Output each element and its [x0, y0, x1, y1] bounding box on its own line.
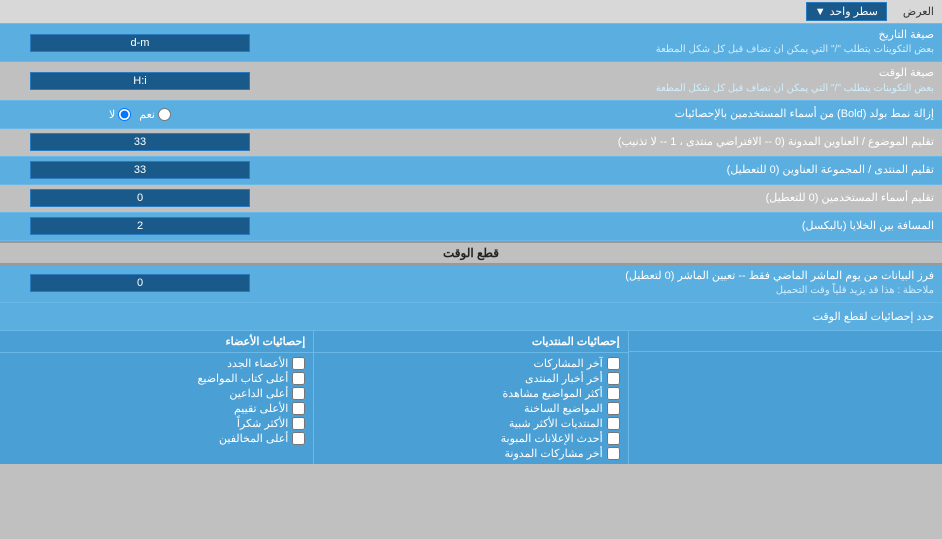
date-format-input-cell: [0, 31, 280, 55]
titles-forum-row: تقليم المنتدى / المجموعة العناوين (0 للت…: [0, 157, 942, 185]
stats-checkbox[interactable]: [292, 387, 305, 400]
usernames-input-cell: [0, 186, 280, 210]
stats-col2-header: إحصائيات المنتديات: [314, 331, 627, 353]
cell-spacing-label: المسافة بين الخلايا (بالبكسل): [280, 215, 942, 238]
time-format-label: صيغة الوقت بعض التكوينات يتطلب "/" التي …: [280, 62, 942, 99]
radio-yes[interactable]: [158, 108, 171, 121]
stats-checkbox[interactable]: [292, 432, 305, 445]
cell-spacing-input-cell: [0, 214, 280, 238]
stats-limit-label: حدد إحصائيات لقطع الوقت: [0, 306, 942, 327]
stats-checkbox[interactable]: [607, 417, 620, 430]
titles-forum-label: تقليم المنتدى / المجموعة العناوين (0 للت…: [280, 159, 942, 182]
list-item: المنتديات الأكثر شبية: [322, 417, 619, 430]
list-item: الأعضاء الجدد: [8, 357, 305, 370]
bold-remove-row: إزالة نمط بولد (Bold) من أسماء المستخدمي…: [0, 101, 942, 129]
list-item: آخر المشاركات: [322, 357, 619, 370]
stats-checkbox[interactable]: [292, 402, 305, 415]
list-item: أحدث الإعلانات المبوبة: [322, 432, 619, 445]
cutoff-label: فرز البيانات من يوم الماشر الماضي فقط --…: [280, 265, 942, 302]
stats-col1: إحصائيات الأعضاء الأعضاء الجدد أعلى كتاب …: [0, 331, 313, 464]
list-item: المواضيع الساخنة: [322, 402, 619, 415]
section-label: العرض: [895, 2, 942, 21]
stats-section-headers: إحصائيات المنتديات آخر المشاركات أخر أخبا…: [0, 331, 942, 464]
cutoff-section-title: قطع الوقت: [0, 243, 942, 263]
chevron-down-icon: ▼: [815, 6, 826, 18]
time-format-input[interactable]: [30, 72, 250, 90]
stats-checkbox[interactable]: [292, 357, 305, 370]
stats-limit-row: حدد إحصائيات لقطع الوقت: [0, 303, 942, 331]
stats-col1-header: إحصائيات الأعضاء: [0, 331, 313, 353]
titles-forum-input-cell: [0, 158, 280, 182]
list-item: أعلى كتاب المواضيع: [8, 372, 305, 385]
list-item: الأعلى تقييم: [8, 402, 305, 415]
titles-forum-input[interactable]: [30, 161, 250, 179]
date-format-label: صيغة التاريخ بعض التكوينات يتطلب "/" الت…: [280, 24, 942, 61]
cell-spacing-row: المسافة بين الخلايا (بالبكسل): [0, 213, 942, 241]
cutoff-input[interactable]: [30, 274, 250, 292]
dropdown-label: سطر واحد: [830, 5, 878, 18]
topics-forum-input[interactable]: [30, 133, 250, 151]
cutoff-row: فرز البيانات من يوم الماشر الماضي فقط --…: [0, 265, 942, 303]
stats-checkbox[interactable]: [607, 372, 620, 385]
stats-checkbox[interactable]: [607, 432, 620, 445]
stats-checkbox[interactable]: [292, 372, 305, 385]
date-format-row: صيغة التاريخ بعض التكوينات يتطلب "/" الت…: [0, 24, 942, 62]
stats-checkbox[interactable]: [607, 357, 620, 370]
stats-checkbox[interactable]: [292, 417, 305, 430]
top-header: العرض سطر واحد ▼: [0, 0, 942, 24]
radio-yes-label[interactable]: نعم: [139, 108, 171, 121]
stats-checkbox[interactable]: [607, 402, 620, 415]
topics-forum-label: تقليم الموضوع / العناوين المدونة (0 -- ا…: [280, 131, 942, 154]
list-item: أخر مشاركات المدونة: [322, 447, 619, 460]
radio-no[interactable]: [118, 108, 131, 121]
display-dropdown[interactable]: سطر واحد ▼: [806, 2, 887, 21]
list-item: أعلى الداعين: [8, 387, 305, 400]
cell-spacing-input[interactable]: [30, 217, 250, 235]
stats-col1-items: الأعضاء الجدد أعلى كتاب المواضيع أعلى الدا…: [0, 353, 313, 449]
cutoff-section-header: قطع الوقت: [0, 241, 942, 265]
list-item: أخر أخبار المنتدى: [322, 372, 619, 385]
stats-col3-header: [629, 331, 942, 352]
usernames-label: تقليم أسماء المستخدمين (0 للتعطيل): [280, 187, 942, 210]
stats-col2: إحصائيات المنتديات آخر المشاركات أخر أخبا…: [313, 331, 627, 464]
list-item: أعلى المخالفين: [8, 432, 305, 445]
radio-no-label[interactable]: لا: [109, 108, 131, 121]
cutoff-input-cell: [0, 271, 280, 295]
list-item: الأكثر شكراً: [8, 417, 305, 430]
usernames-input[interactable]: [30, 189, 250, 207]
bold-remove-radio-cell: نعم لا: [0, 102, 280, 127]
stats-col2-items: آخر المشاركات أخر أخبار المنتدى أكثر الموا…: [314, 353, 627, 464]
time-format-row: صيغة الوقت بعض التكوينات يتطلب "/" التي …: [0, 62, 942, 100]
stats-checkbox[interactable]: [607, 447, 620, 460]
topics-forum-input-cell: [0, 130, 280, 154]
bold-remove-label: إزالة نمط بولد (Bold) من أسماء المستخدمي…: [280, 103, 942, 126]
time-format-input-cell: [0, 69, 280, 93]
usernames-row: تقليم أسماء المستخدمين (0 للتعطيل): [0, 185, 942, 213]
list-item: أكثر المواضيع مشاهدة: [322, 387, 619, 400]
stats-col3-empty: [628, 331, 942, 464]
bold-radio-group: نعم لا: [101, 105, 179, 124]
topics-forum-row: تقليم الموضوع / العناوين المدونة (0 -- ا…: [0, 129, 942, 157]
date-format-input[interactable]: [30, 34, 250, 52]
stats-checkbox[interactable]: [607, 387, 620, 400]
